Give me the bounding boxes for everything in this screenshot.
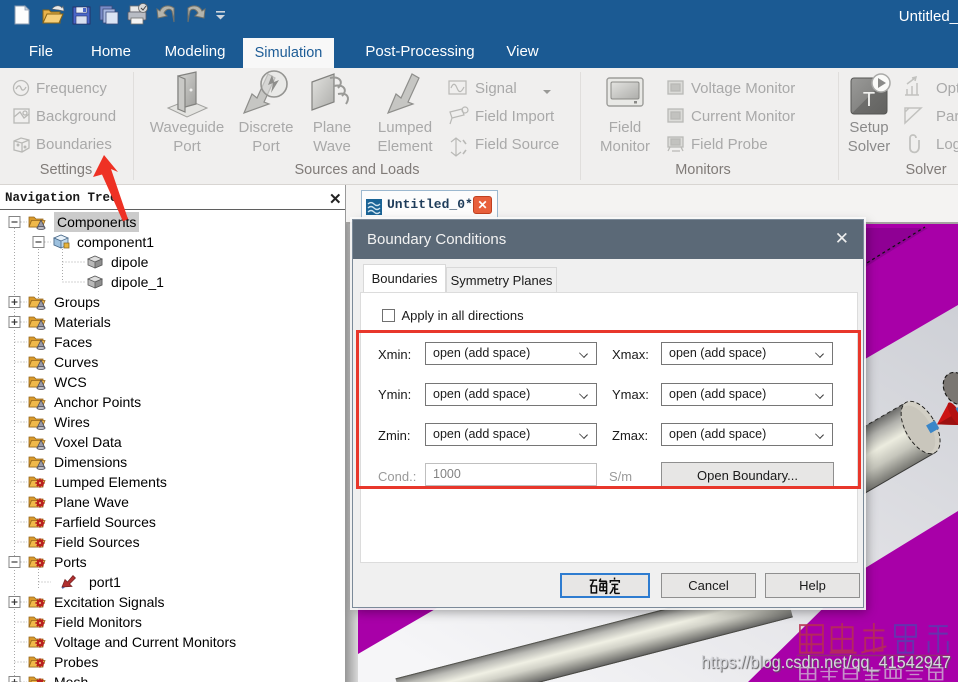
svg-text:T: T [863,89,875,111]
svg-text:https://blog.csdn.net/qq_41542: https://blog.csdn.net/qq_41542947 [701,652,951,673]
